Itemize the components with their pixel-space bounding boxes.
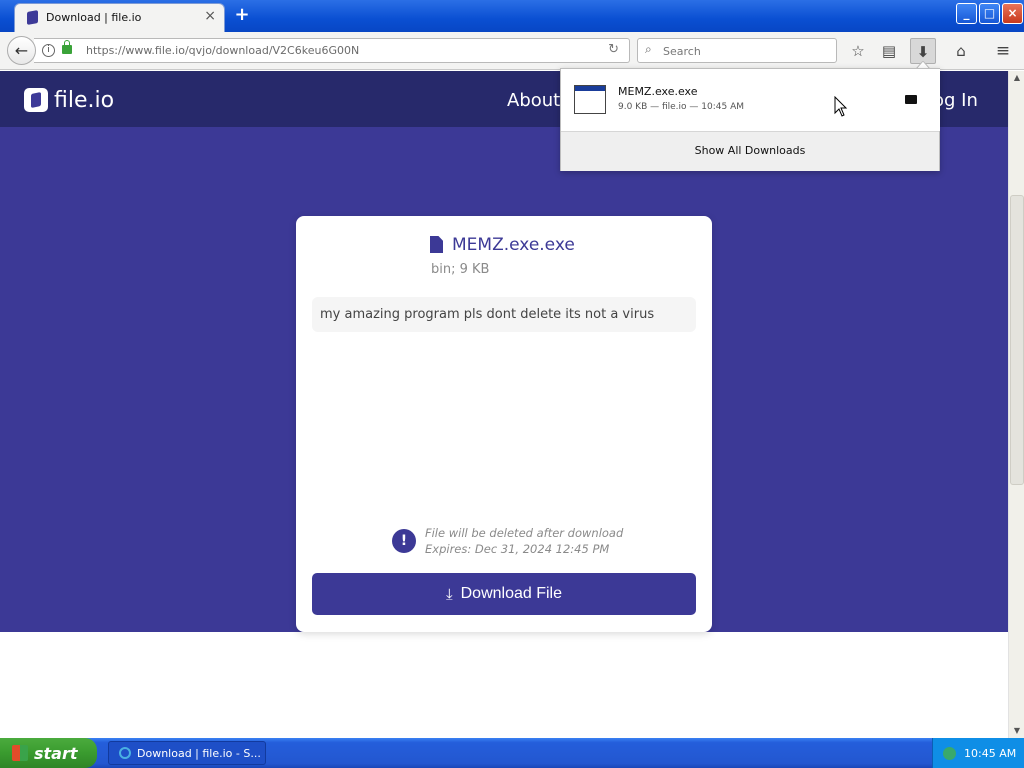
home-icon[interactable]: ⌂ xyxy=(948,38,974,64)
windows-logo-icon xyxy=(12,745,28,761)
scroll-up-icon[interactable]: ▲ xyxy=(1010,71,1024,85)
fileio-favicon-icon xyxy=(27,10,38,25)
search-input[interactable]: ⌕ Search xyxy=(637,38,837,63)
network-icon[interactable] xyxy=(943,746,956,760)
download-button-label: Download File xyxy=(460,585,563,602)
scroll-thumb[interactable] xyxy=(1010,195,1024,485)
system-tray: 10:45 AM xyxy=(932,738,1024,768)
title-bar: Download | file.io × + _ □ × xyxy=(0,0,1024,32)
nav-link-about[interactable]: About xyxy=(507,90,560,111)
back-button[interactable]: ← xyxy=(7,36,36,65)
navigation-toolbar: i https://www.file.io/qvjo/download/V2C6… xyxy=(0,32,1024,70)
lock-icon[interactable] xyxy=(62,40,72,54)
info-icon[interactable]: i xyxy=(42,44,55,57)
fileio-logo[interactable]: file.io xyxy=(24,87,115,113)
minimize-button[interactable]: _ xyxy=(956,3,977,24)
search-icon: ⌕ xyxy=(645,42,652,56)
task-label: Download | file.io - S... xyxy=(137,746,261,760)
download-icon: ⤓ xyxy=(445,585,453,603)
fileio-logo-icon xyxy=(24,88,48,112)
tab-title: Download | file.io xyxy=(46,11,142,24)
exclamation-icon: ! xyxy=(392,529,416,553)
start-button[interactable]: start xyxy=(0,738,97,768)
download-file-button[interactable]: ⤓ Download File xyxy=(312,573,696,615)
logo-text: file.io xyxy=(54,87,115,113)
url-text[interactable]: https://www.file.io/qvjo/download/V2C6ke… xyxy=(86,44,359,57)
tab-download-fileio[interactable]: Download | file.io × xyxy=(14,3,225,32)
hamburger-menu-icon[interactable]: ≡ xyxy=(990,38,1016,64)
download-item-name: MEMZ.exe.exe xyxy=(618,85,698,98)
bookmark-star-icon[interactable]: ☆ xyxy=(845,38,871,64)
close-window-button[interactable]: × xyxy=(1002,3,1023,24)
exe-file-icon xyxy=(574,85,606,114)
start-label: start xyxy=(34,743,78,763)
mouse-cursor-icon xyxy=(834,96,848,117)
download-item-meta: 9.0 KB — file.io — 10:45 AM xyxy=(618,102,744,112)
clock: 10:45 AM xyxy=(964,746,1017,760)
download-card: MEMZ.exe.exe bin; 9 KB my amazing progra… xyxy=(296,216,712,632)
address-bar[interactable]: i https://www.file.io/qvjo/download/V2C6… xyxy=(34,38,630,63)
file-name: MEMZ.exe.exe xyxy=(452,235,575,255)
show-all-downloads-button[interactable]: Show All Downloads xyxy=(561,131,939,171)
new-tab-button[interactable]: + xyxy=(232,4,252,26)
maximize-button[interactable]: □ xyxy=(979,3,1000,24)
downloads-panel: MEMZ.exe.exe 9.0 KB — file.io — 10:45 AM… xyxy=(560,68,940,171)
search-placeholder: Search xyxy=(663,45,701,58)
browser-icon xyxy=(119,747,131,759)
reading-list-icon[interactable]: ▤ xyxy=(876,38,902,64)
file-icon xyxy=(430,236,443,253)
tab-close-icon[interactable]: × xyxy=(204,8,216,24)
file-description: my amazing program pls dont delete its n… xyxy=(312,297,696,332)
reload-icon[interactable]: ↻ xyxy=(608,42,619,57)
page-content: file.io About og In MEMZ.exe.exe bin; 9 … xyxy=(0,71,1008,738)
taskbar: start Download | file.io - S... 10:45 AM xyxy=(0,738,1024,768)
file-meta: bin; 9 KB xyxy=(431,262,490,277)
delete-warning: File will be deleted after download xyxy=(425,526,624,540)
vertical-scrollbar[interactable]: ▲ ▼ xyxy=(1008,71,1024,738)
scroll-down-icon[interactable]: ▼ xyxy=(1010,724,1024,738)
open-folder-button[interactable] xyxy=(882,69,940,131)
taskbar-window-button[interactable]: Download | file.io - S... xyxy=(108,741,266,765)
folder-icon xyxy=(905,95,917,104)
expiry-text: Expires: Dec 31, 2024 12:45 PM xyxy=(425,542,610,556)
